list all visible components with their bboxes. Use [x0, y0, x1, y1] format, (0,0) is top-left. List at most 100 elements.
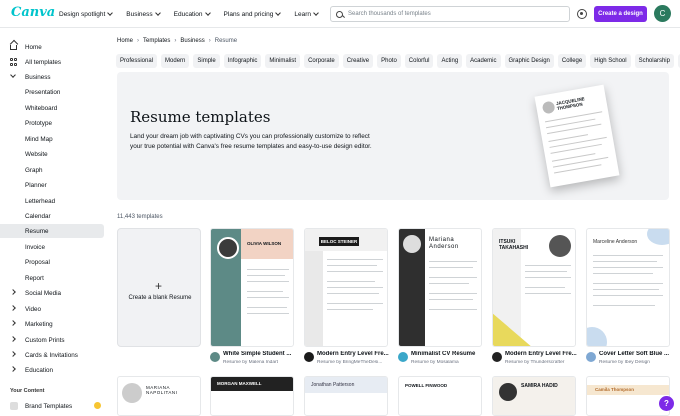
- template-card[interactable]: OLIVIA WILSON: [210, 228, 294, 347]
- template-title[interactable]: Modern Entry Level Fre...: [505, 351, 583, 357]
- chip-graphic-design[interactable]: Graphic Design: [504, 54, 554, 68]
- chip-acting[interactable]: Acting: [437, 54, 463, 68]
- text-line: [327, 287, 383, 288]
- sidebar-item-website[interactable]: Website: [0, 147, 104, 161]
- sidebar-item-home[interactable]: Home: [0, 40, 104, 54]
- template-card[interactable]: MORGAN MAXWELL: [210, 376, 294, 416]
- create-blank-card[interactable]: + Create a blank Resume: [117, 228, 201, 347]
- canva-logo[interactable]: Canva: [11, 5, 55, 20]
- sidebar-item-graph[interactable]: Graph: [0, 163, 104, 177]
- sidebar-item-presentation[interactable]: Presentation: [0, 85, 104, 99]
- sidebar-item-letterhead[interactable]: Letterhead: [0, 194, 104, 208]
- template-card[interactable]: ITSUKI TAKAHASHI: [492, 228, 576, 347]
- chip-minimalist[interactable]: Minimalist: [265, 54, 301, 68]
- template-title[interactable]: Modern Entry Level Fre...: [317, 351, 395, 357]
- chip-modern[interactable]: Modern: [161, 54, 190, 68]
- text-line: [327, 309, 373, 310]
- sidebar-item-social-media[interactable]: Social Media: [0, 286, 104, 300]
- chip-high-school[interactable]: High School: [590, 54, 631, 68]
- sidebar-item-label: Whiteboard: [25, 104, 58, 112]
- chip-professional[interactable]: Professional: [116, 54, 158, 68]
- nav-design-spotlight[interactable]: Design spotlight: [59, 10, 114, 18]
- sidebar-item-label: Custom Prints: [25, 336, 65, 344]
- photo-placeholder: [217, 237, 239, 259]
- hero-banner: Resume templates Land your dream job wit…: [117, 72, 669, 200]
- text-line: [327, 265, 377, 266]
- sidebar-item-all-templates[interactable]: All templates: [0, 55, 104, 69]
- chip-infographic[interactable]: Infographic: [223, 54, 262, 68]
- plus-icon: +: [155, 279, 163, 293]
- breadcrumb-home[interactable]: Home: [117, 38, 133, 44]
- hero-resume-preview: JACQUELINE THOMPSON: [534, 84, 620, 188]
- breadcrumb-templates[interactable]: Templates: [143, 38, 170, 44]
- template-author[interactable]: Resume by BringMeTheDesi...: [317, 360, 395, 365]
- chip-simple[interactable]: Simple: [193, 54, 220, 68]
- brand-templates-icon: [10, 402, 18, 410]
- template-info: Modern Entry Level Fre... Resume by Thun…: [490, 350, 582, 370]
- chip-corporate[interactable]: Corporate: [304, 54, 339, 68]
- text-line: [327, 293, 379, 294]
- chip-scholarship[interactable]: Scholarship: [634, 54, 674, 68]
- text-line: [247, 313, 289, 314]
- template-card[interactable]: Mariana Anderson: [398, 228, 482, 347]
- sidebar-item-invoice[interactable]: Invoice: [0, 240, 104, 254]
- create-design-button[interactable]: Create a design: [594, 6, 647, 22]
- template-card[interactable]: BELOC STEINER: [304, 228, 388, 347]
- sidebar-item-marketing[interactable]: Marketing: [0, 317, 104, 331]
- nav-business[interactable]: Business: [126, 10, 161, 18]
- chip-creative[interactable]: Creative: [342, 54, 374, 68]
- sidebar-item-business[interactable]: Business: [0, 70, 104, 84]
- template-author[interactable]: Resume by Ibey Design: [599, 360, 677, 365]
- sidebar-item-video[interactable]: Video: [0, 302, 104, 316]
- sidebar-item-proposal[interactable]: Proposal: [0, 255, 104, 269]
- resume-name: SAMIRA HADID: [521, 383, 558, 389]
- sidebar-item-resume[interactable]: Resume: [0, 224, 104, 238]
- sidebar-item-planner[interactable]: Planner: [0, 178, 104, 192]
- main-content: Home › Templates › Business › Resume Profes…: [110, 28, 680, 416]
- breadcrumb-business[interactable]: Business: [180, 38, 204, 44]
- template-card[interactable]: Marceline Anderson: [586, 228, 670, 347]
- text-line: [593, 273, 653, 274]
- sidebar-item-calendar[interactable]: Calendar: [0, 209, 104, 223]
- photo-placeholder: [549, 235, 571, 257]
- chip-academic[interactable]: Academic: [466, 54, 501, 68]
- template-title[interactable]: Cover Letter Soft Blue ...: [599, 351, 677, 357]
- chip-photo[interactable]: Photo: [377, 54, 401, 68]
- nav-plans-pricing[interactable]: Plans and pricing: [224, 10, 282, 18]
- sidebar-item-education[interactable]: Education: [0, 363, 104, 377]
- template-author[interactable]: Resume by Thunderscrafter: [505, 360, 583, 365]
- template-author[interactable]: Resume by Mosalama: [411, 360, 489, 365]
- text-line: [327, 271, 383, 272]
- sidebar: Home All templates Business Presentation…: [0, 28, 110, 414]
- chip-college[interactable]: College: [557, 54, 587, 68]
- sidebar-item-cards-invitations[interactable]: Cards & Invitations: [0, 348, 104, 362]
- search-input[interactable]: Search thousands of templates: [330, 6, 570, 22]
- sidebar-item-custom-prints[interactable]: Custom Prints: [0, 333, 104, 347]
- avatar[interactable]: C: [654, 5, 671, 22]
- gear-icon[interactable]: [577, 9, 587, 19]
- sidebar-item-label: All templates: [25, 58, 62, 66]
- text-line: [593, 283, 663, 284]
- template-card[interactable]: Jonathan Patterson: [304, 376, 388, 416]
- nav-label: Learn: [294, 10, 312, 18]
- template-card[interactable]: POWELL FINWOOD: [398, 376, 482, 416]
- template-card[interactable]: SAMIRA HADID: [492, 376, 576, 416]
- sidebar-item-brand-templates[interactable]: Brand Templates: [0, 399, 104, 413]
- sidebar-item-prototype[interactable]: Prototype: [0, 116, 104, 130]
- resume-name: MORGAN MAXWELL: [217, 381, 262, 386]
- template-author[interactable]: Resume by Malena Indart: [223, 360, 301, 365]
- nav-learn[interactable]: Learn: [294, 10, 319, 18]
- text-line: [247, 275, 285, 276]
- template-title[interactable]: Minimalist CV Resume: [411, 351, 489, 357]
- sidebar-item-whiteboard[interactable]: Whiteboard: [0, 101, 104, 115]
- template-card[interactable]: MARIANA NAPOLITANI: [117, 376, 201, 416]
- breadcrumb-separator: ›: [137, 38, 140, 44]
- template-title[interactable]: White Simple Student ...: [223, 351, 301, 357]
- sidebar-item-mind-map[interactable]: Mind Map: [0, 132, 104, 146]
- sidebar-item-label: Planner: [25, 181, 47, 189]
- nav-education[interactable]: Education: [174, 10, 211, 18]
- template-card[interactable]: Camila Thompson: [586, 376, 670, 416]
- sidebar-item-report[interactable]: Report: [0, 271, 104, 285]
- chip-colorful[interactable]: Colorful: [404, 54, 434, 68]
- help-button[interactable]: ?: [659, 396, 674, 411]
